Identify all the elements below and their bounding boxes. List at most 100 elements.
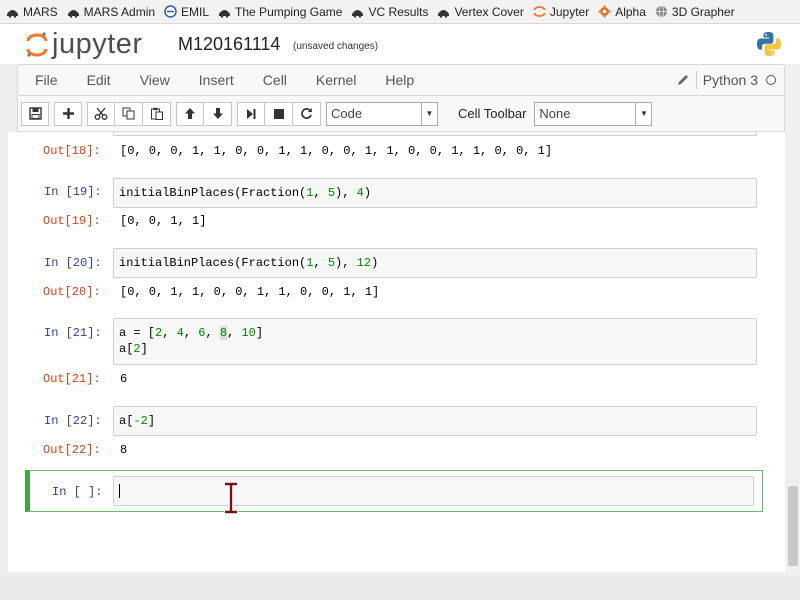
- kernel-status-icon: [766, 75, 776, 85]
- menu-view[interactable]: View: [140, 72, 170, 88]
- toolbar: Code ▼ Cell Toolbar None ▼: [17, 96, 785, 132]
- save-button[interactable]: [21, 101, 49, 126]
- jupyter-logo-text: jupyter: [52, 28, 143, 60]
- cell-toolbar-value: None: [539, 106, 571, 121]
- mars-icon: [437, 5, 450, 18]
- chevron-down-icon: ▼: [635, 102, 651, 125]
- code-cell-input-18[interactable]: [113, 132, 757, 136]
- bookmark-label: Alpha: [615, 4, 646, 19]
- in-prompt-21: In [21]:: [44, 326, 102, 340]
- python-logo-icon: [757, 32, 781, 56]
- cell-output-22: 8: [120, 443, 128, 457]
- menu-cell[interactable]: Cell: [263, 72, 287, 88]
- code-cell-input-21[interactable]: a = [2, 4, 6, 8, 10] a[2]: [113, 318, 757, 365]
- bookmark-label: Jupyter: [549, 4, 590, 19]
- out-prompt-20: Out[20]:: [43, 285, 101, 299]
- code-number: 5: [327, 186, 336, 200]
- add-cell-button[interactable]: [54, 101, 82, 126]
- page-bottom: [0, 576, 800, 600]
- cell-type-select[interactable]: Code ▼: [326, 101, 438, 126]
- menu-help[interactable]: Help: [385, 72, 414, 88]
- bookmark-label: MARS: [23, 4, 58, 19]
- menu-file[interactable]: File: [35, 72, 58, 88]
- bookmark-alpha[interactable]: Alpha: [598, 5, 646, 19]
- save-status: (unsaved changes): [293, 41, 379, 52]
- bookmark-label: The Pumping Game: [235, 4, 343, 19]
- in-prompt-20: In [20]:: [44, 256, 102, 270]
- scrollbar-thumb[interactable]: [788, 486, 798, 566]
- plus-icon: [62, 108, 74, 119]
- globe-icon: [655, 5, 668, 18]
- pencil-icon[interactable]: [676, 73, 690, 87]
- code-number: 5: [327, 256, 336, 270]
- move-down-button[interactable]: [204, 101, 232, 126]
- kernel-separator: [695, 71, 697, 89]
- code-number: -2: [133, 414, 148, 428]
- code-number: 10: [241, 326, 256, 340]
- cell-output-19: [0, 0, 1, 1]: [120, 214, 207, 228]
- out-prompt-22: Out[22]:: [43, 443, 101, 457]
- stop-icon: [273, 108, 284, 119]
- bookmark-label: MARS Admin: [83, 4, 156, 19]
- restart-button[interactable]: [293, 101, 321, 126]
- code-number: 2: [155, 326, 163, 340]
- save-icon: [28, 107, 42, 120]
- interrupt-button[interactable]: [265, 101, 293, 126]
- mars-icon: [218, 5, 231, 18]
- code-cell-input-19[interactable]: initialBinPlaces(Fraction(1, 5), 4): [113, 178, 757, 208]
- step-forward-icon: [247, 108, 256, 119]
- cut-button[interactable]: [87, 101, 115, 126]
- run-button[interactable]: [237, 101, 265, 126]
- menu-insert[interactable]: Insert: [199, 72, 234, 88]
- cell-output-18: [0, 0, 0, 1, 1, 0, 0, 1, 1, 0, 0, 1, 1, …: [120, 144, 553, 158]
- cell-toolbar-select[interactable]: None ▼: [534, 101, 653, 126]
- bookmark-mars[interactable]: MARS: [6, 5, 58, 19]
- code-number: 12: [356, 256, 372, 270]
- code-text: initialBinPlaces(Fraction(: [119, 256, 307, 270]
- move-up-button[interactable]: [176, 101, 204, 126]
- menu-edit[interactable]: Edit: [87, 72, 111, 88]
- paste-button[interactable]: [143, 101, 171, 126]
- scrollbar[interactable]: [786, 66, 800, 576]
- out-prompt-21: Out[21]:: [43, 372, 101, 386]
- bookmark-vc-results[interactable]: VC Results: [351, 5, 428, 19]
- code-cell-input-empty[interactable]: [113, 476, 754, 506]
- code-number: 8: [219, 326, 228, 340]
- code-cell-input-22[interactable]: a[-2]: [113, 406, 757, 436]
- cell-type-value: Code: [331, 106, 363, 121]
- chevron-down-icon: ▼: [421, 102, 437, 125]
- code-number: 6: [198, 326, 206, 340]
- code-number: 4: [176, 326, 184, 340]
- bookmark-label: Vertex Cover: [454, 4, 524, 19]
- cell-output-20: [0, 0, 1, 1, 0, 0, 1, 1, 0, 0, 1, 1]: [120, 285, 380, 299]
- copy-icon: [122, 107, 134, 120]
- jupyter-logo[interactable]: jupyter: [26, 28, 143, 61]
- code-text: ]: [255, 326, 264, 340]
- menubar: File Edit View Insert Cell Kernel Help P…: [17, 64, 785, 96]
- bookmark-3d-grapher[interactable]: 3D Grapher: [655, 5, 735, 19]
- bookmark-the-pumping-game[interactable]: The Pumping Game: [218, 5, 342, 19]
- jupyter-logo-icon: [26, 31, 48, 57]
- code-text: initialBinPlaces(Fraction(: [119, 186, 307, 200]
- code-number: 4: [356, 186, 364, 200]
- bookmark-emil[interactable]: EMIL: [164, 5, 209, 19]
- emil-icon: [164, 5, 177, 18]
- in-prompt-22: In [22]:: [44, 414, 102, 428]
- notebook-name[interactable]: M120161114: [178, 34, 280, 55]
- paste-icon: [150, 107, 163, 120]
- bookmark-jupyter[interactable]: Jupyter: [533, 5, 589, 19]
- mars-icon: [351, 5, 364, 18]
- bookmark-mars-admin[interactable]: MARS Admin: [67, 5, 155, 19]
- code-text: ),: [335, 256, 357, 270]
- code-cell-input-20[interactable]: initialBinPlaces(Fraction(1, 5), 12): [113, 248, 757, 278]
- mars-icon: [6, 5, 19, 18]
- code-text: ),: [335, 186, 357, 200]
- refresh-icon: [301, 108, 312, 119]
- code-text: ): [363, 186, 372, 200]
- menu-kernel[interactable]: Kernel: [316, 72, 356, 88]
- bookmark-label: 3D Grapher: [671, 4, 735, 19]
- code-text: ]: [147, 414, 156, 428]
- cell-output-21: 6: [120, 372, 128, 386]
- copy-button[interactable]: [115, 101, 143, 126]
- bookmark-vertex-cover[interactable]: Vertex Cover: [437, 4, 524, 19]
